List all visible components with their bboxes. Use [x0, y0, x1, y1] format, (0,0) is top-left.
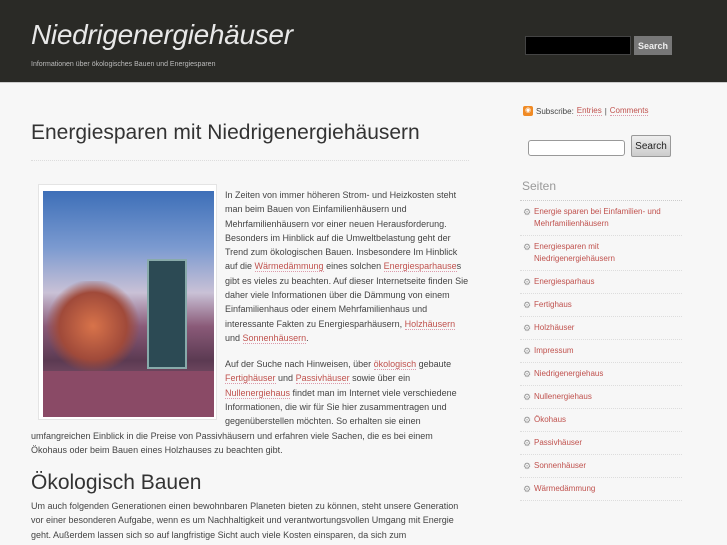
sidebar-page-link[interactable]: Impressum [534, 345, 574, 357]
gear-icon: ⚙ [523, 300, 532, 310]
inline-link[interactable]: Nullenergiehaus [225, 387, 291, 399]
paragraph: Auf der Suche nach Hinweisen, über ökolo… [225, 357, 470, 428]
paragraph: Um auch folgenden Generationen einen bew… [31, 499, 471, 542]
sidebar-page-link[interactable]: Energiesparhaus [534, 276, 594, 288]
sidebar-page-item[interactable]: ⚙ Wärmedämmung [520, 478, 682, 501]
sidebar-page-item[interactable]: ⚙ Passivhäuser [520, 432, 682, 455]
gear-icon: ⚙ [523, 323, 532, 333]
gear-icon: ⚙ [523, 484, 532, 494]
sidebar-search-button[interactable]: Search [631, 135, 671, 157]
header-search-button[interactable]: Search [634, 36, 672, 55]
sidebar-page-link[interactable]: Energiesparen mit Niedrigenergiehäusern [534, 241, 682, 265]
sidebar-page-link[interactable]: Sonnenhäuser [534, 460, 586, 472]
sidebar-page-link[interactable]: Energie sparen bei Einfamilien- und Mehr… [534, 206, 682, 230]
sidebar-page-item[interactable]: ⚙ Nullenergiehaus [520, 386, 682, 409]
comments-link[interactable]: Comments [609, 106, 649, 116]
sidebar-page-link[interactable]: Nullenergiehaus [534, 391, 592, 403]
post-image [38, 184, 217, 420]
separator: | [604, 106, 607, 116]
paragraph: In Zeiten von immer höheren Strom- und H… [225, 188, 470, 345]
text-segment: eines solchen [323, 261, 384, 272]
gear-icon: ⚙ [523, 207, 532, 217]
section-heading: Ökologisch Bauen [31, 471, 202, 494]
gear-icon: ⚙ [523, 277, 532, 287]
site-description: Informationen über ökologisches Bauen un… [31, 61, 216, 68]
text-segment: gebaute [416, 359, 452, 369]
pages-heading: Seiten [522, 179, 557, 193]
header-search-input[interactable] [525, 36, 631, 55]
gear-icon: ⚙ [523, 392, 532, 402]
inline-link[interactable]: Fertighäuser [225, 373, 276, 385]
text-segment: Auf der Suche nach Hinweisen, über [225, 359, 374, 369]
paragraph: umfangreichen Einblick in die Preise von… [31, 429, 471, 458]
site-title[interactable]: Niedrigenergiehäuser [31, 19, 293, 51]
sidebar-search-input[interactable] [528, 140, 625, 156]
sidebar-page-item[interactable]: ⚙ Sonnenhäuser [520, 455, 682, 478]
post-title: Energiesparen mit Niedrigenergiehäusern [31, 121, 420, 144]
pages-list: ⚙ Energie sparen bei Einfamilien- und Meh… [520, 200, 682, 501]
entries-link[interactable]: Entries [576, 106, 602, 116]
rss-icon: ◉ [523, 106, 533, 116]
text-segment: Um auch folgenden Generationen einen bew… [31, 501, 459, 540]
sidebar-page-link[interactable]: Holzhäuser [534, 322, 574, 334]
sidebar-page-item[interactable]: ⚙ Impressum [520, 340, 682, 363]
gear-icon: ⚙ [523, 242, 532, 252]
gear-icon: ⚙ [523, 369, 532, 379]
gear-icon: ⚙ [523, 346, 532, 356]
text-segment: umfangreichen Einblick in die Preise von… [31, 431, 433, 456]
sidebar-page-item[interactable]: ⚙ Holzhäuser [520, 317, 682, 340]
sidebar-page-item[interactable]: ⚙ Energie sparen bei Einfamilien- und Meh… [520, 201, 682, 236]
inline-link[interactable]: ökologisch [373, 359, 417, 370]
gear-icon: ⚙ [523, 461, 532, 471]
sidebar-page-link[interactable]: Fertighaus [534, 299, 572, 311]
gear-icon: ⚙ [523, 415, 532, 425]
sidebar-page-link[interactable]: Passivhäuser [534, 437, 582, 449]
sidebar-page-link[interactable]: Niedrigenergiehaus [534, 368, 603, 380]
site-header: Niedrigenergiehäuser Informationen über … [0, 0, 727, 83]
sidebar-page-item[interactable]: ⚙ Ökohaus [520, 409, 682, 432]
text-segment: und [225, 332, 243, 343]
inline-link[interactable]: Passivhäuser [295, 373, 350, 385]
sidebar-page-item[interactable]: ⚙ Niedrigenergiehaus [520, 363, 682, 386]
sidebar-page-link[interactable]: Ökohaus [534, 414, 566, 426]
sidebar-page-item[interactable]: ⚙ Energiesparen mit Niedrigenergiehäusern [520, 236, 682, 271]
inline-link[interactable]: Sonnenhäusern [242, 332, 307, 344]
divider [31, 160, 469, 161]
inline-link[interactable]: Holzhäusern [404, 318, 456, 330]
text-segment: und [275, 373, 296, 384]
inline-link[interactable]: Energiesparhause [383, 261, 457, 273]
inline-link[interactable]: Wärmedämmung [254, 261, 324, 273]
text-segment: . [306, 332, 309, 343]
gear-icon: ⚙ [523, 438, 532, 448]
sidebar-page-item[interactable]: ⚙ Fertighaus [520, 294, 682, 317]
text-segment: sowie über ein [349, 373, 411, 384]
sidebar-page-link[interactable]: Wärmedämmung [534, 483, 595, 495]
sidebar-page-item[interactable]: ⚙ Energiesparhaus [520, 271, 682, 294]
subscribe-row: ◉ Subscribe: Entries | Comments [523, 106, 649, 116]
text-segment: In Zeiten von immer höheren Strom- und H… [225, 190, 458, 272]
subscribe-label: Subscribe: [536, 106, 574, 116]
house-photo [43, 191, 214, 417]
